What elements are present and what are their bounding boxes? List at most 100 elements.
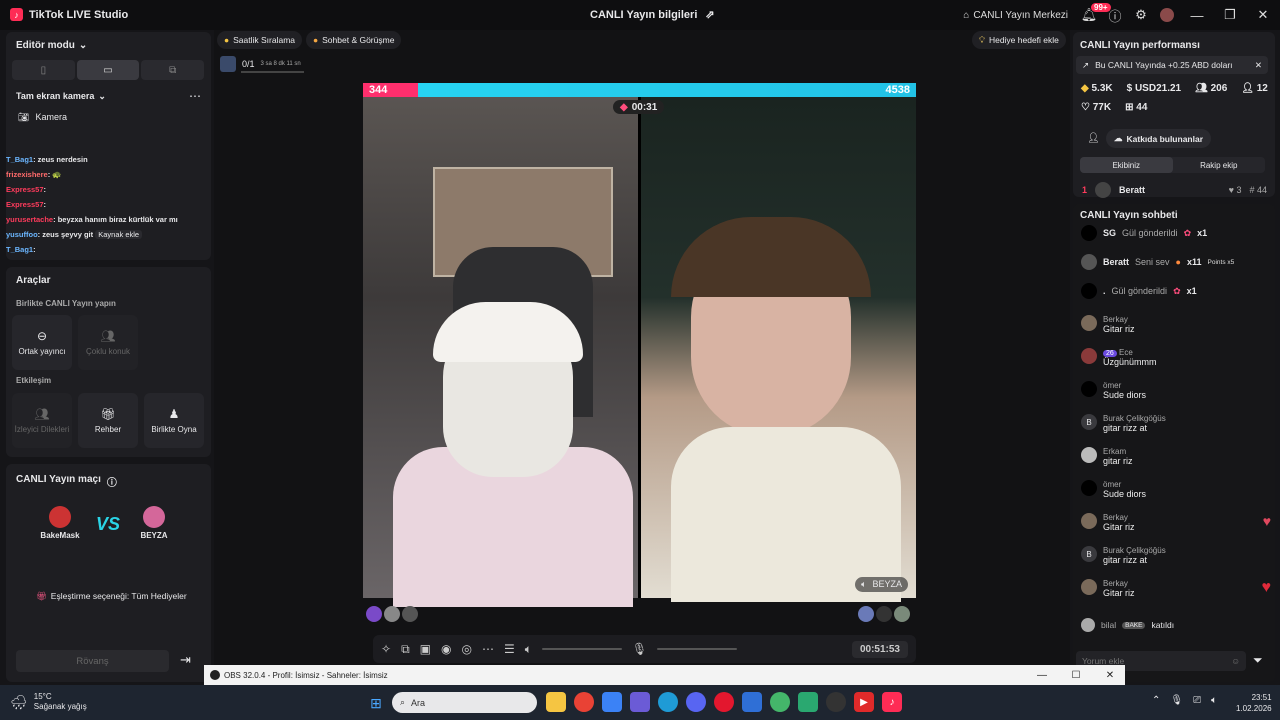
avatar[interactable] [384,606,400,622]
add-user-icon[interactable]: 👤︎ [1087,133,1100,144]
play-together-button[interactable]: ♟ Birlikte Oyna [144,393,204,448]
gift-text: Gül gönderildi [1111,286,1168,296]
weather-widget[interactable]: 🌧︎ 15°C Sağanak yağış [10,692,87,712]
edge-icon[interactable] [658,692,678,712]
avatar[interactable] [402,606,418,622]
youtube-icon[interactable]: ▶ [854,692,874,712]
match-option-row[interactable]: 🎁︎ Eşleştirme seçeneği: Tüm Hediyeler [36,591,187,602]
obs-icon[interactable] [826,692,846,712]
close-icon[interactable]: ✕ [1255,60,1262,71]
filter-icon[interactable]: ⏷ [1253,653,1263,668]
mic-slider[interactable] [657,648,738,650]
chat-user: Express57 [6,185,44,194]
share-icon[interactable]: ⇗ [705,8,714,21]
dual-mode-button[interactable]: ⧉ [141,60,205,80]
chat-line: Express57: [6,182,206,197]
collab-title: Birlikte CANLI Yayın yapın [16,299,116,308]
opera-icon[interactable] [714,692,734,712]
avatar[interactable] [876,606,892,622]
profile-avatar[interactable] [1154,0,1180,30]
orientation-selector: ▯ ▭ ⧉ [12,60,205,80]
avatar[interactable] [894,606,910,622]
mic-icon[interactable]: 🎙︎ [632,642,647,656]
start-button[interactable]: ⊞ [366,693,386,713]
camera-switch-icon[interactable]: ◎ [461,642,471,656]
camera-source-item[interactable]: 📷︎ Kamera [18,112,67,123]
discord-icon[interactable] [686,692,706,712]
camera-source-dropdown[interactable]: Tam ekran kamera ⌄ [16,91,106,102]
close-button[interactable]: ✕ [1246,0,1280,30]
chevron-up-icon[interactable]: ⌃ [1152,695,1160,706]
browser-icon[interactable] [770,692,790,712]
hourly-ranking-pill[interactable]: ● Saatlik Sıralama [217,31,303,49]
multi-guest-button[interactable]: 👥︎ Çoklu konuk [78,315,138,370]
notification-button[interactable]: 🔔︎ 99+ [1076,0,1111,30]
cohost-button[interactable]: ⊖ Ortak yayıncı [12,315,72,370]
effects-icon[interactable]: ⧉ [401,642,410,657]
live-info-title[interactable]: CANLI Yayın bilgileri ⇗ [590,8,715,22]
tab-rival-team[interactable]: Rakip ekip [1173,157,1266,173]
obs-close[interactable]: ✕ [1095,670,1125,681]
editor-mode-dropdown[interactable]: Editör modu ⌄ [16,40,87,51]
search-icon: ⌕ [400,697,406,707]
join-message: bilal BAKE katıldı [1081,618,1271,632]
teams-icon[interactable] [630,692,650,712]
guide-button[interactable]: 🎁︎ Rehber [78,393,138,448]
minimize-button[interactable]: — [1180,0,1214,30]
chat-message: Berkay Gitar riz [1081,315,1271,334]
obs-maximize[interactable]: ☐ [1061,670,1091,681]
record-icon[interactable]: ◉ [441,642,451,656]
help-button[interactable]: ⓘ [1102,0,1128,30]
contributors-button[interactable]: ☁ Katkıda bulunanlar [1106,129,1212,148]
exit-icon[interactable]: ⇥ [180,652,191,668]
taskbar-search[interactable]: ⌕ Ara [392,692,537,713]
obs-window[interactable]: OBS 32.0.4 - Profil: İsimsiz - Sahneler:… [204,665,1125,685]
avatar[interactable] [858,606,874,622]
rose-icon: ✿ [1183,227,1192,238]
guest-label: 🔈︎ BEYZA [855,577,908,592]
chat-call-pill[interactable]: ● Sohbet & Görüşme [306,31,402,49]
volume-slider[interactable] [541,648,622,650]
landscape-mode-button[interactable]: ▭ [76,60,140,80]
avatar[interactable] [366,606,382,622]
avatar [1081,225,1097,241]
speaker-icon[interactable]: 🔈︎ [525,642,532,657]
clock[interactable]: 23:51 1.02.2026 [1236,692,1272,714]
live-center-button[interactable]: ⌂ CANLI Yayın Merkezi [955,0,1076,30]
gift-user: . [1103,286,1106,296]
volume-icon[interactable]: 🔈︎ [1211,695,1217,706]
rematch-button[interactable]: Rövanş [16,650,169,672]
file-explorer-icon[interactable] [546,692,566,712]
editor-mode-label: Editör modu [16,40,75,51]
chat-text: : zeus şeyvy git [37,230,94,239]
chrome-icon[interactable] [574,692,594,712]
android-icon[interactable] [798,692,818,712]
guest-camera: 🔈︎ BEYZA [641,97,916,602]
settings-button[interactable]: ⚙ [1128,0,1154,30]
avatar [1081,381,1097,397]
layout-icon[interactable]: ▣ [420,642,431,656]
tab-our-team[interactable]: Ekibiniz [1080,157,1173,173]
help-icon[interactable]: ⓘ [107,474,117,489]
mic-icon[interactable]: 🎙︎ [1170,695,1183,706]
users-icon: 👥︎ [100,329,116,343]
more-icon[interactable]: ⋯ [482,642,494,656]
add-gift-goal-pill[interactable]: 💡︎ Hediye hedefi ekle [972,31,1066,49]
tiktok-icon[interactable]: ♪ [882,692,902,712]
chat-message: ömer Sude diors [1081,480,1271,499]
chat-message: Erkam gitar riz [1081,447,1271,466]
emoji-icon[interactable]: ☺ [1231,656,1240,666]
obs-minimize[interactable]: — [1027,670,1057,681]
chat-line: Express57: [6,197,206,212]
viewer-wishes-button[interactable]: 👥︎ İzleyici Dilekleri [12,393,72,448]
maximize-button[interactable]: ❐ [1214,0,1246,30]
volume-icon[interactable]: 🔈︎ [861,579,866,590]
store-icon[interactable] [602,692,622,712]
portrait-mode-button[interactable]: ▯ [12,60,75,80]
more-options-icon[interactable]: ⋯ [189,89,201,103]
adjust-icon[interactable]: ☰ [504,642,515,656]
monitor-icon[interactable]: ⎚ [1193,695,1201,706]
match-title: CANLI Yayın maçı [16,474,101,485]
mail-icon[interactable] [742,692,762,712]
magic-wand-icon[interactable]: ✧ [381,642,391,656]
